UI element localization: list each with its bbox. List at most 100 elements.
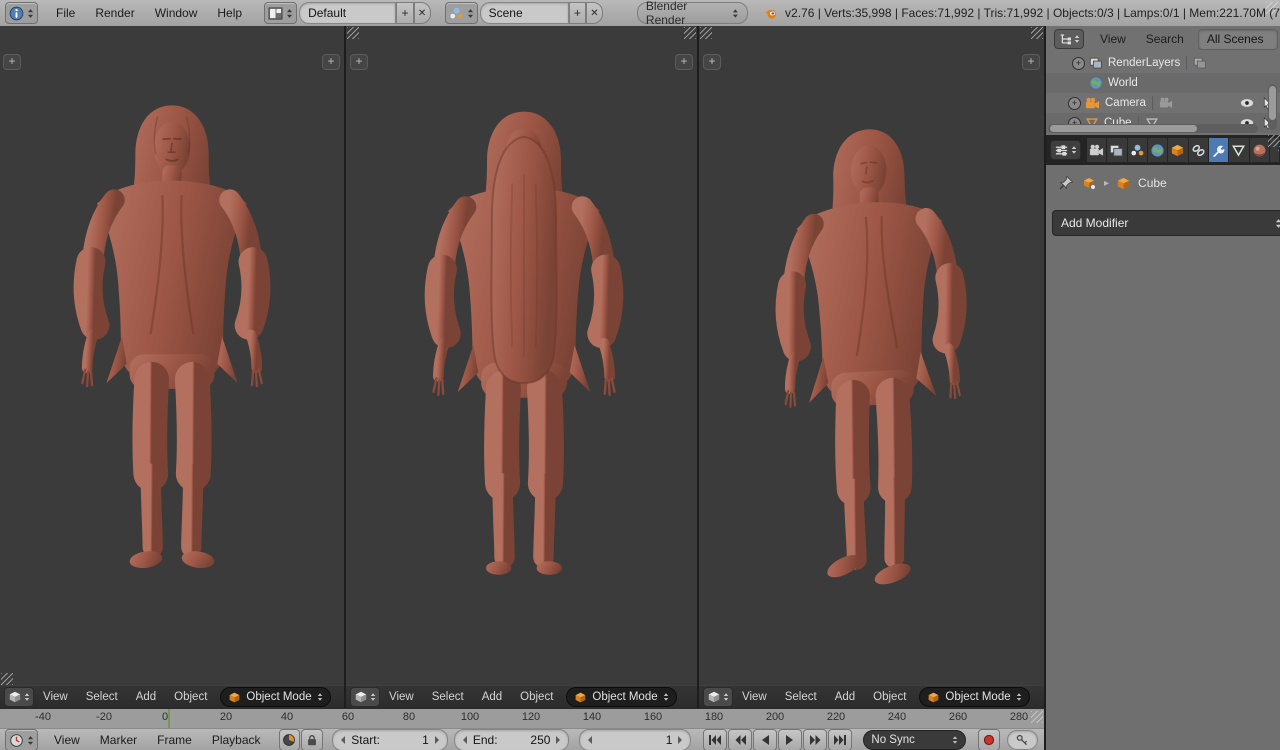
tab-object[interactable] <box>1168 138 1189 162</box>
scene-selector-icon-button[interactable] <box>444 2 478 24</box>
menu-render[interactable]: Render <box>85 6 144 20</box>
menu-view[interactable]: View <box>44 733 90 747</box>
menu-object[interactable]: Object <box>864 691 915 703</box>
tab-object-data[interactable] <box>1229 138 1250 162</box>
editor-type-selector-timeline[interactable] <box>5 729 38 750</box>
timeline-ruler[interactable]: -40 -20 0 20 40 60 80 100 120 140 160 180 200 220 240 2… <box>0 708 1044 729</box>
menu-view[interactable]: View <box>733 691 776 703</box>
outliner-row-camera[interactable]: + Camera <box>1046 93 1280 113</box>
tab-render[interactable] <box>1087 138 1108 162</box>
editor-type-selector-outliner[interactable] <box>1054 29 1084 49</box>
outliner-horizontal-scrollbar[interactable] <box>1048 124 1258 133</box>
start-frame-field[interactable]: Start: 1 <box>332 729 448 750</box>
expand-toolshelf-button[interactable]: + <box>703 54 721 70</box>
menu-file[interactable]: File <box>46 6 85 20</box>
menu-add[interactable]: Add <box>473 691 511 703</box>
auto-keyframe-record-button[interactable] <box>978 729 1000 750</box>
current-frame-field[interactable]: 1 <box>579 729 692 750</box>
layout-add-button[interactable]: + <box>396 2 414 24</box>
menu-playback[interactable]: Playback <box>202 733 271 747</box>
editor-type-selector-3dview[interactable] <box>4 687 34 707</box>
sync-mode-select[interactable]: No Sync <box>863 730 967 750</box>
pin-icon[interactable] <box>1058 175 1074 191</box>
next-keyframe-button[interactable] <box>803 729 828 750</box>
editor-type-selector-3dview[interactable] <box>703 687 733 707</box>
resize-grip[interactable] <box>1031 27 1043 39</box>
mode-select[interactable]: Object Mode <box>566 687 677 707</box>
jump-to-start-button[interactable] <box>703 729 728 750</box>
menu-add[interactable]: Add <box>127 691 165 703</box>
add-modifier-dropdown[interactable]: Add Modifier <box>1052 210 1280 236</box>
expand-icon[interactable]: + <box>1068 96 1081 110</box>
tab-constraints[interactable] <box>1188 138 1209 162</box>
tab-material[interactable] <box>1249 138 1270 162</box>
menu-add[interactable]: Add <box>826 691 864 703</box>
resize-grip[interactable] <box>1268 135 1280 147</box>
model-front-view[interactable] <box>22 90 322 630</box>
expand-properties-button[interactable]: + <box>1022 54 1040 70</box>
resize-grip[interactable] <box>684 27 696 39</box>
menu-object[interactable]: Object <box>165 691 216 703</box>
increment-arrow-icon[interactable] <box>678 736 683 744</box>
tab-scene[interactable] <box>1127 138 1148 162</box>
layout-delete-button[interactable]: ✕ <box>413 2 431 24</box>
menu-select[interactable]: Select <box>423 691 473 703</box>
increment-arrow-icon[interactable] <box>556 736 561 744</box>
menu-select[interactable]: Select <box>77 691 127 703</box>
model-back-view[interactable] <box>374 96 674 641</box>
expand-toolshelf-button[interactable]: + <box>3 54 21 70</box>
screen-layout-selector[interactable] <box>264 2 298 24</box>
menu-view[interactable]: View <box>34 691 77 703</box>
decrement-arrow-icon[interactable] <box>588 736 593 744</box>
resize-grip[interactable] <box>700 27 712 39</box>
resize-grip[interactable] <box>347 27 359 39</box>
expand-icon[interactable]: + <box>1072 56 1085 70</box>
outliner-row-renderlayers[interactable]: + RenderLayers <box>1046 53 1280 73</box>
viewport-front[interactable]: + + View Select Add Object Object Mode <box>0 26 344 708</box>
editor-type-selector-info[interactable] <box>5 2 38 24</box>
menu-marker[interactable]: Marker <box>90 733 147 747</box>
model-three-quarter-view[interactable] <box>729 114 1019 639</box>
tab-modifiers[interactable] <box>1208 138 1230 162</box>
menu-window[interactable]: Window <box>145 6 208 20</box>
resize-grip[interactable] <box>1 673 13 685</box>
expand-toolshelf-button[interactable]: + <box>350 54 368 70</box>
menu-view[interactable]: View <box>380 691 423 703</box>
scene-delete-button[interactable]: ✕ <box>585 2 603 24</box>
decrement-arrow-icon[interactable] <box>462 736 467 744</box>
mode-select[interactable]: Object Mode <box>220 687 331 707</box>
preview-range-toggle[interactable] <box>278 729 301 750</box>
menu-search[interactable]: Search <box>1136 32 1194 46</box>
decrement-arrow-icon[interactable] <box>341 736 346 744</box>
resize-grip[interactable] <box>1031 711 1043 723</box>
object-icon[interactable] <box>1081 175 1097 191</box>
scene-name-field[interactable]: Scene <box>479 2 569 24</box>
increment-arrow-icon[interactable] <box>434 736 439 744</box>
render-engine-select[interactable]: Blender Render <box>636 0 749 27</box>
expand-properties-button[interactable]: + <box>322 54 340 70</box>
expand-properties-button[interactable]: + <box>675 54 693 70</box>
menu-help[interactable]: Help <box>207 6 252 20</box>
end-frame-field[interactable]: End: 250 <box>453 729 570 750</box>
tab-render-layers[interactable] <box>1107 138 1128 162</box>
previous-keyframe-button[interactable] <box>728 729 753 750</box>
lock-frame-toggle[interactable] <box>301 729 324 750</box>
scene-add-button[interactable]: + <box>568 2 586 24</box>
resize-grip[interactable] <box>1266 2 1278 14</box>
menu-object[interactable]: Object <box>511 691 562 703</box>
display-filter-select[interactable]: All Scenes <box>1197 28 1278 50</box>
current-frame-indicator[interactable] <box>168 709 171 728</box>
tab-world[interactable] <box>1147 138 1169 162</box>
viewport-perspective[interactable]: + + View Select Add Object Object Mode <box>699 26 1044 708</box>
menu-frame[interactable]: Frame <box>147 733 202 747</box>
layout-name-field[interactable]: Default <box>299 2 397 24</box>
keying-set-field[interactable] <box>1007 730 1038 750</box>
menu-select[interactable]: Select <box>776 691 826 703</box>
viewport-back[interactable]: + + View Select Add Object Object Mode <box>346 26 697 708</box>
outliner-vertical-scrollbar[interactable] <box>1268 84 1277 130</box>
visibility-eye-icon[interactable] <box>1240 96 1254 110</box>
editor-type-selector-3dview[interactable] <box>350 687 380 707</box>
play-reverse-button[interactable] <box>753 729 778 750</box>
outliner-row-world[interactable]: World <box>1046 73 1280 93</box>
editor-type-selector-properties[interactable] <box>1050 140 1081 160</box>
